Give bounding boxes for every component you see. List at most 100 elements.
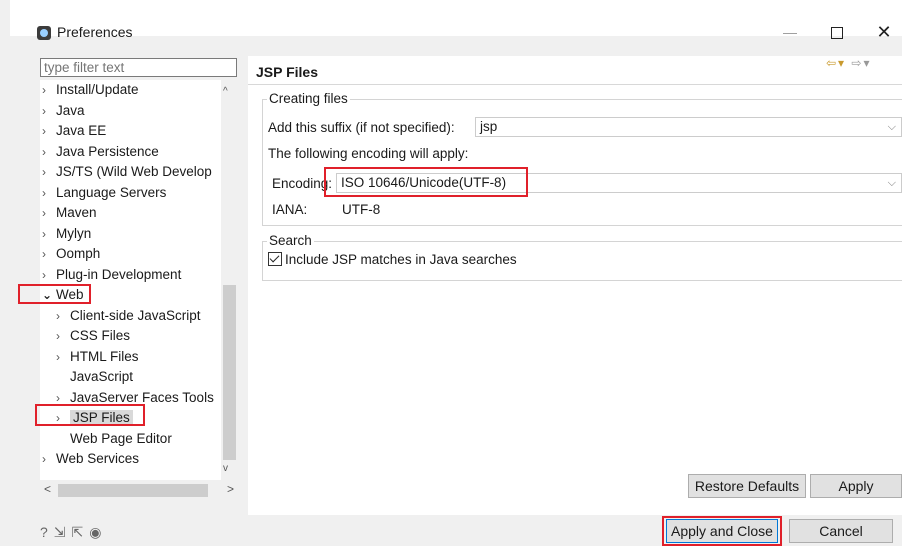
tree-item-label: Web Page Editor xyxy=(70,430,172,446)
close-button[interactable]: ✕ xyxy=(868,18,900,46)
tree-item[interactable]: › Web Services xyxy=(42,449,139,469)
chevron-right-icon[interactable]: › xyxy=(42,162,56,182)
chevron-right-icon[interactable]: › xyxy=(56,408,70,428)
checkbox-checked-icon[interactable] xyxy=(268,252,282,266)
suffix-select[interactable]: jsp ⌵ xyxy=(475,117,902,137)
chevron-right-icon[interactable]: › xyxy=(42,224,56,244)
tree-item-label: Plug-in Development xyxy=(56,266,182,282)
tree-item-label: Language Servers xyxy=(56,184,167,200)
tree-item-label: HTML Files xyxy=(70,348,139,364)
tree-item[interactable]: › Install/Update xyxy=(42,80,139,100)
tree-item-label: Web Services xyxy=(56,451,140,466)
chevron-right-icon[interactable]: › xyxy=(56,326,70,346)
maximize-button[interactable] xyxy=(821,18,853,46)
preference-tree: › Install/Update › Java › Java EE › Java Persis… xyxy=(40,80,238,480)
chevron-right-icon[interactable]: › xyxy=(42,183,56,203)
tree-item[interactable]: Web Page Editor xyxy=(56,429,172,449)
chevron-right-icon[interactable]: › xyxy=(42,265,56,285)
tree-item-label: Client-side JavaScript xyxy=(70,307,201,323)
maximize-icon xyxy=(831,27,843,40)
tree-item-label: Oomph xyxy=(56,246,101,261)
page-title: JSP Files xyxy=(256,64,319,80)
tree-item[interactable]: › HTML Files xyxy=(56,347,139,367)
chevron-right-icon[interactable]: › xyxy=(42,142,56,162)
chevron-right-icon[interactable]: › xyxy=(42,203,56,223)
tree-item-label: Java Persistence xyxy=(56,143,159,159)
suffix-value: jsp xyxy=(480,119,498,134)
tree-item[interactable]: ⌄ Web xyxy=(42,285,84,305)
tree-item[interactable]: › Mylyn xyxy=(42,224,91,244)
back-arrow-icon[interactable]: ⇦▾ xyxy=(826,56,846,70)
tree-item-label: JavaServer Faces Tools xyxy=(70,389,214,405)
tree-item-label: Java EE xyxy=(56,123,107,138)
encoding-note: The following encoding will apply: xyxy=(268,146,469,161)
h-scroll-thumb[interactable] xyxy=(58,484,208,497)
page-header: JSP Files ⇦▾ ⇨▾ xyxy=(248,56,902,85)
scroll-down-icon[interactable]: v xyxy=(223,463,228,474)
creating-files-label: Creating files xyxy=(267,91,350,106)
include-jsp-checkbox[interactable]: Include JSP matches in Java searches xyxy=(268,252,517,267)
tree-item-label: JavaScript xyxy=(70,369,134,384)
tree-item[interactable]: › JS/TS (Wild Web Develop xyxy=(42,162,212,182)
chevron-right-icon[interactable]: › xyxy=(56,388,70,408)
preferences-window: Preferences — ✕ ›Install/Update›Java›Jav… xyxy=(10,0,902,546)
chevron-right-icon[interactable]: › xyxy=(42,80,56,100)
suffix-label: Add this suffix (if not specified): xyxy=(268,120,455,135)
include-jsp-label: Include JSP matches in Java searches xyxy=(285,252,517,267)
tree-item[interactable]: › Maven xyxy=(42,203,97,223)
scroll-right-icon[interactable]: > xyxy=(227,482,234,496)
chevron-right-icon[interactable]: › xyxy=(42,121,56,141)
encoding-select[interactable]: ISO 10646/Unicode(UTF-8) ⌵ xyxy=(336,173,902,193)
apply-and-close-button[interactable]: Apply and Close xyxy=(666,519,778,543)
tree-item-label: Web xyxy=(56,287,84,302)
bottom-toolbar: ?⇲⇱◉ xyxy=(40,524,107,541)
tree-item[interactable]: JavaScript xyxy=(56,367,133,387)
tree-item-label: Mylyn xyxy=(56,225,92,241)
page-body: Creating files Add this suffix (if not s… xyxy=(248,85,902,515)
tree-item[interactable]: › Java Persistence xyxy=(42,142,159,162)
search-label: Search xyxy=(267,233,314,248)
link-icon[interactable]: ◉ xyxy=(89,524,107,540)
encoding-value: ISO 10646/Unicode(UTF-8) xyxy=(341,175,507,190)
chevron-down-icon[interactable]: ⌄ xyxy=(42,285,56,305)
apply-button[interactable]: Apply xyxy=(810,474,902,498)
chevron-right-icon[interactable]: › xyxy=(56,306,70,326)
scroll-left-icon[interactable]: < xyxy=(44,482,51,496)
tree-horizontal-scrollbar[interactable]: < > xyxy=(40,482,238,499)
chevron-right-icon[interactable]: › xyxy=(42,101,56,121)
tree-vertical-scrollbar[interactable]: ^ v xyxy=(221,80,238,480)
tree-item[interactable]: › Java EE xyxy=(42,121,106,141)
tree-item[interactable]: › CSS Files xyxy=(56,326,130,346)
tree-item[interactable]: › Client-side JavaScript xyxy=(56,306,201,326)
help-icon[interactable]: ? xyxy=(40,524,54,540)
forward-arrow-icon[interactable]: ⇨▾ xyxy=(851,56,871,70)
eclipse-icon xyxy=(37,26,51,40)
chevron-right-icon[interactable]: › xyxy=(42,244,56,264)
cancel-button[interactable]: Cancel xyxy=(789,519,893,543)
iana-label: IANA: xyxy=(272,202,308,217)
tree-item[interactable]: › Plug-in Development xyxy=(42,265,181,285)
tree-item[interactable]: › Oomph xyxy=(42,244,100,264)
history-nav[interactable]: ⇦▾ ⇨▾ xyxy=(826,56,872,70)
chevron-right-icon[interactable]: › xyxy=(42,449,56,469)
import-icon[interactable]: ⇲ xyxy=(54,524,72,540)
tree-item-label: Java xyxy=(56,102,85,118)
iana-value: UTF-8 xyxy=(342,202,381,217)
chevron-right-icon[interactable]: › xyxy=(56,347,70,367)
tree-item-label: Install/Update xyxy=(56,82,139,97)
tree-item[interactable]: › JavaServer Faces Tools xyxy=(56,388,214,408)
minimize-button[interactable]: — xyxy=(774,18,806,46)
filter-input[interactable] xyxy=(40,58,237,77)
restore-defaults-button[interactable]: Restore Defaults xyxy=(688,474,806,498)
tree-item-label: JSP Files xyxy=(70,410,133,425)
tree-item-label: JS/TS (Wild Web Develop xyxy=(56,164,212,179)
chevron-down-icon: ⌵ xyxy=(887,177,896,189)
chevron-down-icon: ⌵ xyxy=(887,121,896,133)
tree-item[interactable]: › Language Servers xyxy=(42,183,166,203)
scroll-thumb[interactable] xyxy=(223,285,236,460)
tree-item[interactable]: › JSP Files xyxy=(56,408,133,428)
scroll-up-icon[interactable]: ^ xyxy=(223,86,228,97)
tree-item[interactable]: › Java xyxy=(42,101,85,121)
export-icon[interactable]: ⇱ xyxy=(72,524,90,540)
encoding-label: Encoding: xyxy=(272,176,333,191)
